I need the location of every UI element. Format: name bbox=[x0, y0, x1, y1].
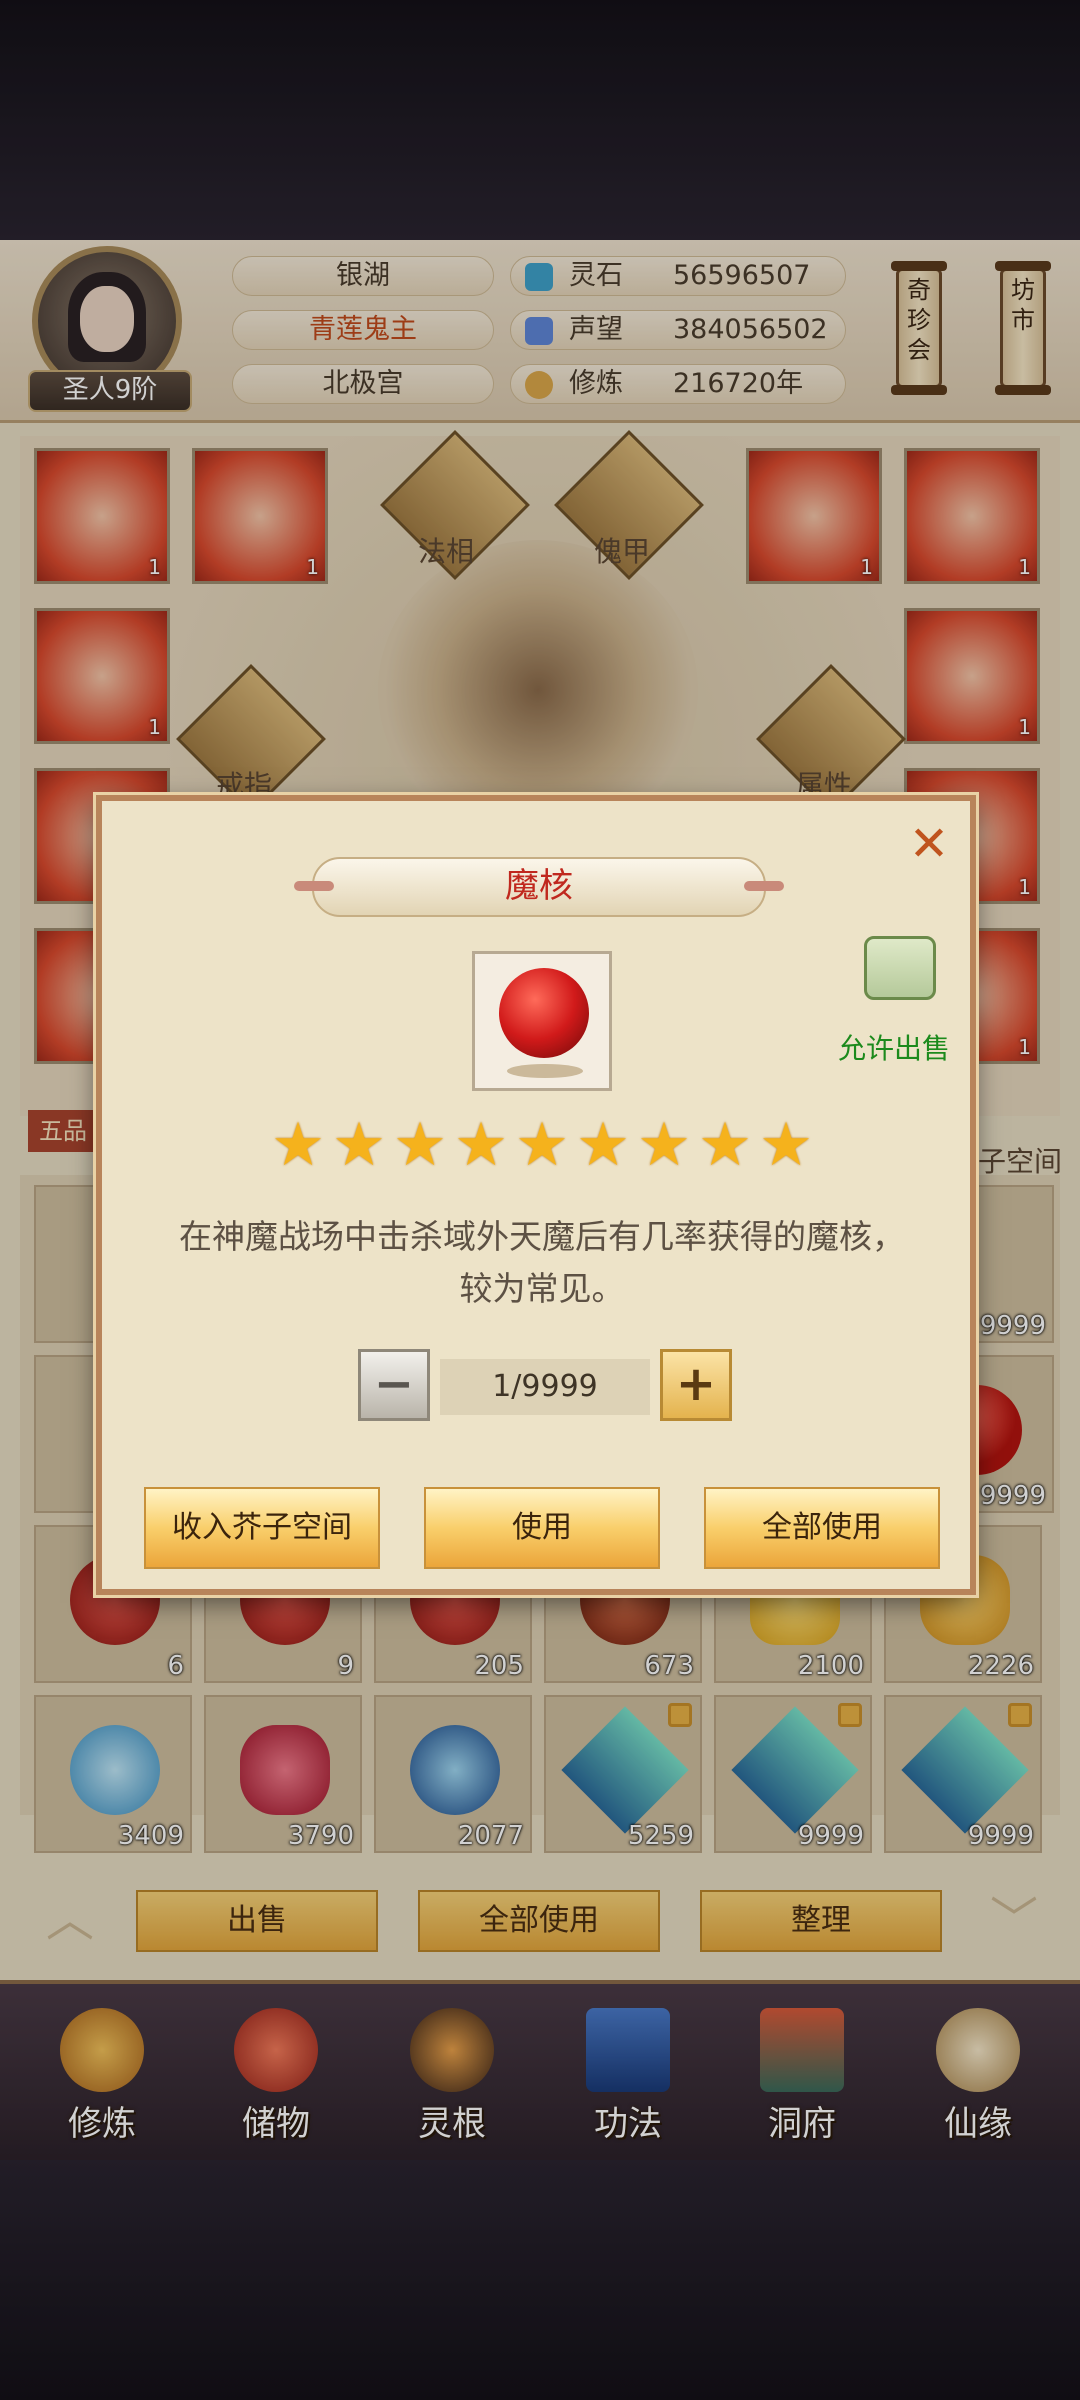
use-button[interactable]: 使用 bbox=[424, 1487, 660, 1569]
star-icon: ★ bbox=[759, 1110, 813, 1180]
sell-status-label: 允许出售 bbox=[838, 1032, 951, 1065]
description-line: 在神魔战场中击杀域外天魔后有几率获得的魔核， bbox=[179, 1217, 905, 1256]
star-icon: ★ bbox=[698, 1110, 752, 1180]
use-all-button[interactable]: 全部使用 bbox=[704, 1487, 940, 1569]
demon-core-icon bbox=[499, 968, 589, 1058]
store-to-space-button[interactable]: 收入芥子空间 bbox=[144, 1487, 380, 1569]
item-description: 在神魔战场中击杀域外天魔后有几率获得的魔核， 较为常见。 bbox=[142, 1211, 942, 1315]
star-icon: ★ bbox=[576, 1110, 630, 1180]
star-icon: ★ bbox=[454, 1110, 508, 1180]
close-icon[interactable]: ✕ bbox=[904, 819, 954, 869]
star-icon: ★ bbox=[332, 1110, 386, 1180]
item-detail-dialog: 魔核 ✕ 允许出售 ★ ★ ★ ★ ★ ★ ★ ★ ★ 在神魔战场中击杀域外天魔… bbox=[96, 795, 976, 1595]
orb-shadow bbox=[507, 1064, 583, 1078]
quantity-display[interactable]: 1/9999 bbox=[440, 1359, 650, 1415]
increase-quantity-button[interactable]: + bbox=[660, 1349, 732, 1421]
description-line: 较为常见。 bbox=[459, 1269, 625, 1308]
item-icon-frame bbox=[472, 951, 612, 1091]
star-icon: ★ bbox=[271, 1110, 325, 1180]
star-icon: ★ bbox=[637, 1110, 691, 1180]
item-title: 魔核 bbox=[294, 857, 784, 917]
star-rating: ★ ★ ★ ★ ★ ★ ★ ★ ★ bbox=[270, 1110, 830, 1180]
star-icon: ★ bbox=[393, 1110, 447, 1180]
unlock-sell-icon[interactable] bbox=[864, 936, 936, 1000]
decrease-quantity-button[interactable]: − bbox=[358, 1349, 430, 1421]
star-icon: ★ bbox=[515, 1110, 569, 1180]
